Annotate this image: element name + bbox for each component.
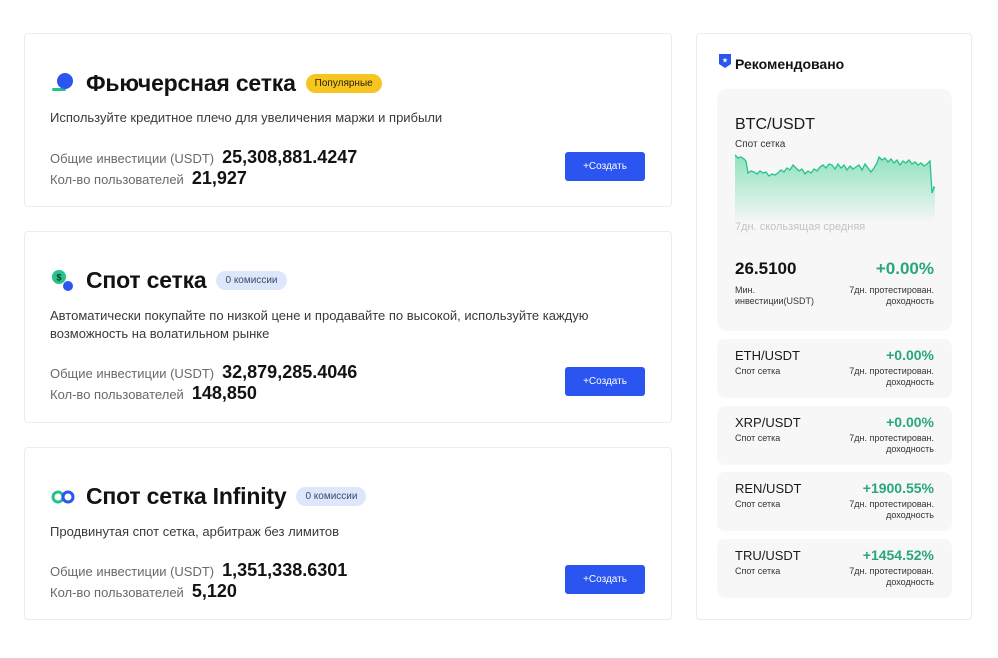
svg-text:$: $ xyxy=(56,272,61,282)
pair-type: Спот сетка xyxy=(735,433,781,443)
recommended-item[interactable]: TRU/USDT Спот сетка +1454.52% 7дн. проте… xyxy=(717,539,952,598)
infinity-grid-icon xyxy=(50,484,76,510)
users-label: Кол-во пользователей xyxy=(50,387,184,402)
pair-type: Спот сетка xyxy=(735,566,781,576)
min-investment-label: Мин. инвестиции(USDT) xyxy=(735,285,815,306)
create-button[interactable]: +Создать xyxy=(565,152,645,181)
card-title: Фьючерсная сетка xyxy=(86,70,296,96)
users-label: Кол-во пользователей xyxy=(50,172,184,187)
users-row: Кол-во пользователей 148,850 xyxy=(50,383,257,404)
spot-grid-icon: $ xyxy=(50,268,76,294)
users-row: Кол-во пользователей 5,120 xyxy=(50,581,237,602)
investment-row: Общие инвестиции (USDT) 25,308,881.4247 xyxy=(50,147,357,168)
futures-grid-card: Фьючерсная сетка Популярные Используйте … xyxy=(24,33,672,207)
spot-grid-header: $ Спот сетка 0 комиссии xyxy=(50,267,287,294)
pair-return-label: 7дн. протестирован. доходность xyxy=(849,366,934,387)
pair-return: +1900.55% xyxy=(862,480,934,496)
recommended-item[interactable]: XRP/USDT Спот сетка +0.00% 7дн. протести… xyxy=(717,406,952,465)
pair-return: +0.00% xyxy=(886,347,934,363)
recommended-item[interactable]: ETH/USDT Спот сетка +0.00% 7дн. протести… xyxy=(717,339,952,398)
recommended-item[interactable]: REN/USDT Спот сетка +1900.55% 7дн. проте… xyxy=(717,472,952,531)
card-title: Спот сетка xyxy=(86,267,207,293)
users-value: 148,850 xyxy=(191,383,257,403)
featured-pair-card[interactable]: BTC/USDT Спот сетка 7дн. скользящая сред… xyxy=(717,89,952,331)
futures-grid-icon xyxy=(50,71,76,97)
pair-name: REN/USDT xyxy=(735,481,802,496)
card-title: Спот сетка Infinity xyxy=(86,483,287,509)
investment-row: Общие инвестиции (USDT) 1,351,338.6301 xyxy=(50,560,347,581)
card-description: Автоматически покупайте по низкой цене и… xyxy=(50,308,589,341)
card-description: Продвинутая спот сетка, арбитраж без лим… xyxy=(50,524,340,539)
futures-grid-header: Фьючерсная сетка Популярные xyxy=(50,70,382,97)
zero-fee-badge: 0 комиссии xyxy=(216,271,287,290)
pair-return: +1454.52% xyxy=(862,547,934,563)
card-description: Используйте кредитное плечо для увеличен… xyxy=(50,110,443,125)
pair-return: +0.00% xyxy=(886,414,934,430)
investment-label: Общие инвестиции (USDT) xyxy=(50,366,215,381)
investment-label: Общие инвестиции (USDT) xyxy=(50,564,215,579)
investment-value: 25,308,881.4247 xyxy=(222,147,358,167)
pair-name: TRU/USDT xyxy=(735,548,801,563)
featured-pair: BTC/USDT xyxy=(735,116,815,133)
investment-label: Общие инвестиции (USDT) xyxy=(50,151,215,166)
pair-name: ETH/USDT xyxy=(735,348,800,363)
pair-return-label: 7дн. протестирован. доходность xyxy=(849,499,934,520)
zero-fee-badge: 0 комиссии xyxy=(296,487,367,506)
featured-return: +0.00% xyxy=(875,259,934,278)
pair-name: XRP/USDT xyxy=(735,415,801,430)
investment-value: 32,879,285.4046 xyxy=(222,362,358,382)
pair-type: Спот сетка xyxy=(735,499,781,509)
infinity-grid-card: Спот сетка Infinity 0 комиссии Продвинут… xyxy=(24,447,672,620)
users-value: 5,120 xyxy=(191,581,237,601)
infinity-grid-header: Спот сетка Infinity 0 комиссии xyxy=(50,483,367,510)
pair-return-label: 7дн. протестирован. доходность xyxy=(849,433,934,454)
create-button[interactable]: +Создать xyxy=(565,565,645,594)
min-investment-value: 26.5100 xyxy=(735,259,797,278)
spot-grid-card: $ Спот сетка 0 комиссии Автоматически по… xyxy=(24,231,672,423)
users-row: Кол-во пользователей 21,927 xyxy=(50,168,247,189)
users-label: Кол-во пользователей xyxy=(50,585,184,600)
recommended-title: Рекомендовано xyxy=(735,55,845,72)
create-button[interactable]: +Создать xyxy=(565,367,645,396)
investment-row: Общие инвестиции (USDT) 32,879,285.4046 xyxy=(50,362,357,383)
star-shield-icon: ★ xyxy=(719,54,731,73)
users-value: 21,927 xyxy=(191,168,247,188)
pair-type: Спот сетка xyxy=(735,366,781,376)
moving-average-label: 7дн. скользящая средняя xyxy=(735,221,866,233)
svg-text:★: ★ xyxy=(722,57,728,65)
featured-return-label: 7дн. протестирован. доходность xyxy=(849,285,934,306)
popular-badge: Популярные xyxy=(305,74,382,93)
sparkline-chart xyxy=(735,154,935,224)
recommended-header: ★ Рекомендовано xyxy=(719,54,844,73)
recommended-panel: ★ Рекомендовано BTC/USDT Спот сетка 7дн.… xyxy=(696,33,972,620)
pair-return-label: 7дн. протестирован. доходность xyxy=(849,566,934,587)
investment-value: 1,351,338.6301 xyxy=(222,560,348,580)
